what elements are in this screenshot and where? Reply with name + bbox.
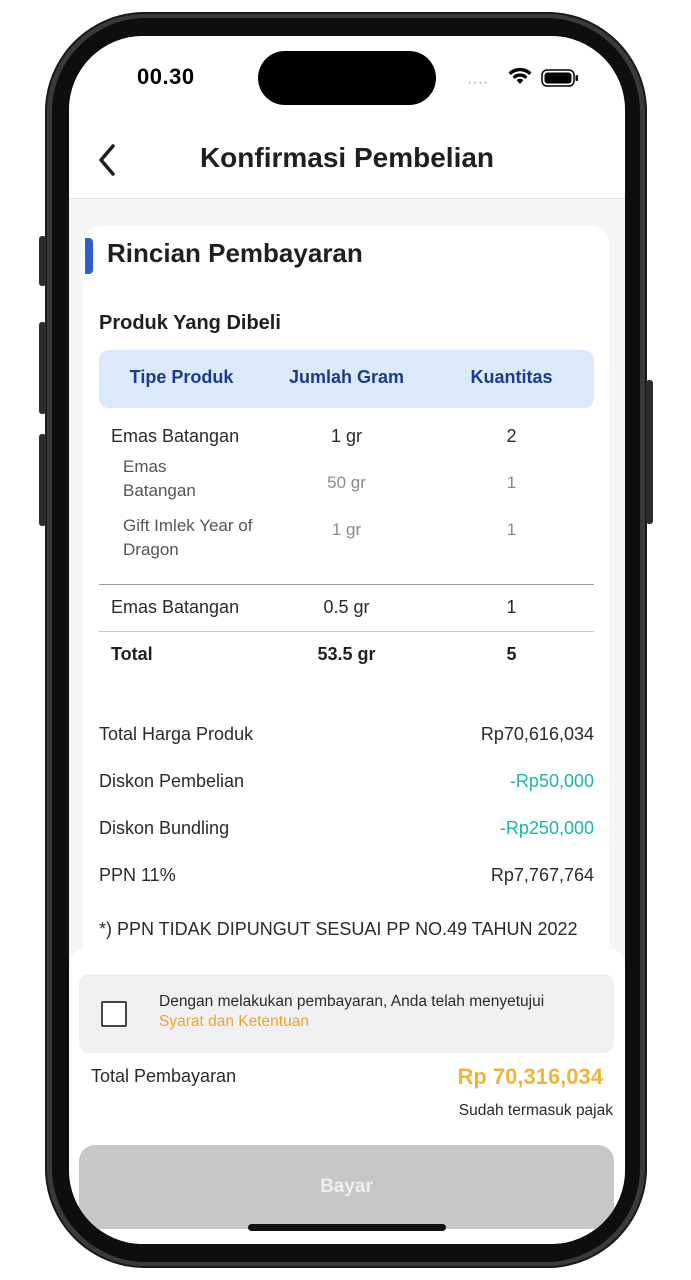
total-payment-label: Total Pembayaran: [91, 1066, 237, 1086]
table-row: Emas Batangan 0.5 gr 1: [99, 597, 594, 621]
agreement-box: Dengan melakukan pembayaran, Anda telah …: [79, 974, 614, 1053]
product-qty: 1: [506, 520, 517, 539]
column-header-qty: Kuantitas: [470, 367, 553, 387]
battery-icon: [541, 69, 578, 87]
summary-label: Total Harga Produk: [99, 724, 254, 744]
pay-button[interactable]: Bayar: [79, 1145, 614, 1229]
table-total-row: Total 53.5 gr 5: [99, 644, 594, 668]
payment-footer: Dengan melakukan pembayaran, Anda telah …: [69, 948, 625, 1244]
summary-value: -Rp250,000: [499, 818, 594, 838]
section-title: Rincian Pembayaran: [107, 238, 363, 268]
wifi-icon: [508, 67, 532, 84]
summary-value: Rp70,616,034: [480, 724, 594, 744]
product-gram: 50 gr: [327, 473, 366, 492]
products-heading: Produk Yang Dibeli: [99, 312, 281, 334]
terms-link[interactable]: Syarat dan Ketentuan: [159, 1013, 309, 1031]
table-header: Tipe Produk Jumlah Gram Kuantitas: [99, 350, 594, 408]
power-button: [646, 380, 653, 524]
product-qty: 1: [506, 597, 517, 617]
screen: 00.30 ···· Konfirmasi Pembelian Rincian …: [69, 36, 625, 1244]
dynamic-island: [258, 51, 436, 105]
total-gram: 53.5 gr: [317, 644, 376, 664]
product-type: Emas Batangan: [111, 597, 240, 617]
volume-up-button: [39, 322, 46, 414]
product-type: Emas Batangan: [111, 426, 240, 446]
page-title: Konfirmasi Pembelian: [199, 142, 495, 173]
summary-label: Diskon Pembelian: [99, 771, 245, 791]
table-subrow: Emas Batangan 50 gr 1: [99, 455, 594, 505]
total-label: Total: [111, 644, 153, 664]
product-type: Emas Batangan: [123, 457, 196, 500]
signal-icon: ····: [467, 74, 489, 91]
total-qty: 5: [506, 644, 517, 664]
status-bar: 00.30 ····: [69, 36, 625, 136]
summary-value: Rp7,767,764: [490, 865, 594, 885]
agreement-checkbox[interactable]: [101, 1001, 127, 1027]
status-time: 00.30: [137, 64, 195, 89]
product-gram: 1 gr: [331, 520, 362, 539]
product-qty: 2: [506, 426, 517, 446]
column-header-type: Tipe Produk: [129, 367, 234, 387]
summary-label: Diskon Bundling: [99, 818, 230, 838]
product-gram: 0.5 gr: [323, 597, 370, 617]
app-header: Konfirmasi Pembelian: [69, 136, 625, 199]
column-header-gram: Jumlah Gram: [288, 367, 405, 387]
table-subrow: Gift Imlek Year of Dragon 1 gr 1: [99, 514, 594, 564]
agreement-text: Dengan melakukan pembayaran, Anda telah …: [159, 993, 545, 1010]
vat-note: *) PPN TIDAK DIPUNGUT SESUAI PP NO.49 TA…: [99, 919, 578, 939]
product-type: Gift Imlek Year of Dragon: [123, 516, 253, 559]
table-row: Emas Batangan 1 gr 2: [99, 426, 594, 450]
summary-label: PPN 11%: [99, 865, 176, 885]
action-button: [39, 236, 46, 286]
home-indicator[interactable]: [248, 1224, 446, 1231]
table-divider: [99, 631, 594, 632]
tax-included-note: Sudah termasuk pajak: [458, 1102, 613, 1119]
product-qty: 1: [506, 473, 517, 492]
product-gram: 1 gr: [330, 426, 363, 446]
summary-value: -Rp50,000: [509, 771, 594, 791]
volume-down-button: [39, 434, 46, 526]
payment-details-card: Rincian Pembayaran Produk Yang Dibeli Ti…: [83, 226, 609, 986]
total-payment-value: Rp 70,316,034: [457, 1064, 603, 1089]
table-divider: [99, 584, 594, 585]
section-accent-bar: [85, 238, 93, 274]
